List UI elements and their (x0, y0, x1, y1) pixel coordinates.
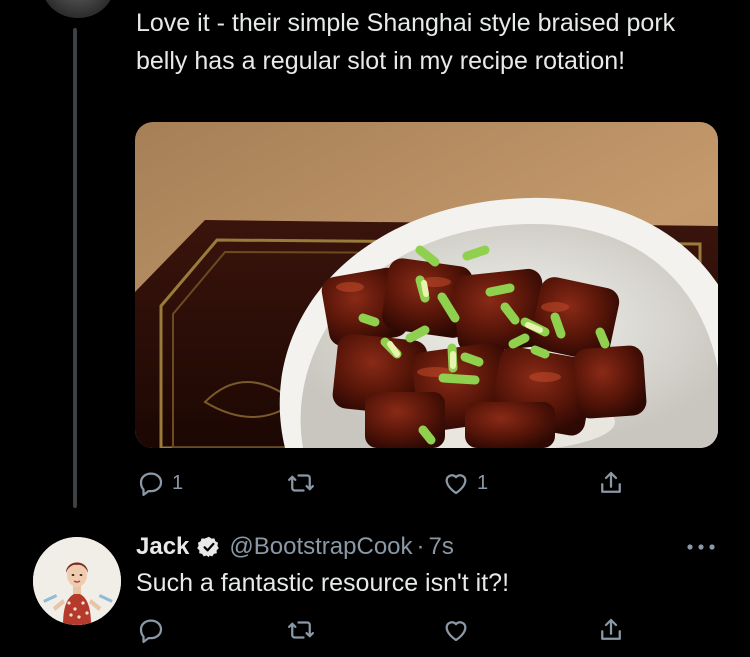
reply-icon (139, 472, 163, 496)
thread-connector-line (73, 28, 77, 508)
retweet-icon (288, 621, 314, 639)
like-icon (445, 621, 467, 642)
reply-tweet-text: Such a fantastic resource isn't it?! (136, 569, 510, 597)
reply-button[interactable]: 1 (136, 465, 183, 501)
share-button[interactable] (596, 465, 626, 501)
reply-button[interactable] (136, 612, 172, 648)
like-button[interactable]: 1 (441, 465, 488, 501)
author-photo (33, 537, 121, 625)
reply-tweet-header: Jack @BootstrapCook · 7s (136, 533, 454, 561)
reply-count: 1 (172, 471, 184, 494)
author-name[interactable]: Jack (136, 533, 189, 561)
tweet-thread: Love it - their simple Shanghai style br… (0, 0, 750, 657)
header-separator: · (416, 533, 425, 560)
like-icon (445, 474, 467, 495)
more-options-icon (687, 544, 715, 550)
more-options-button[interactable] (684, 537, 718, 557)
like-count: 1 (477, 471, 489, 494)
parent-author-avatar[interactable] (42, 0, 114, 18)
share-icon (601, 618, 621, 640)
like-button[interactable] (441, 612, 477, 648)
reply-icon (139, 619, 163, 643)
retweet-button[interactable] (286, 465, 322, 501)
retweet-icon (288, 474, 314, 492)
share-icon (601, 471, 621, 493)
parent-tweet-text: Love it - their simple Shanghai style br… (136, 9, 676, 75)
reply-tweet-actions (136, 612, 636, 648)
author-handle[interactable]: @BootstrapCook (229, 533, 412, 561)
reply-author-avatar[interactable] (33, 537, 121, 625)
tweet-image[interactable] (135, 122, 718, 448)
verified-badge-icon (197, 536, 220, 558)
retweet-button[interactable] (286, 612, 322, 648)
share-button[interactable] (596, 612, 626, 648)
tweet-timestamp[interactable]: 7s (429, 533, 454, 561)
braised-pork-belly-photo (135, 122, 718, 448)
parent-tweet-actions: 1 1 (136, 465, 636, 501)
